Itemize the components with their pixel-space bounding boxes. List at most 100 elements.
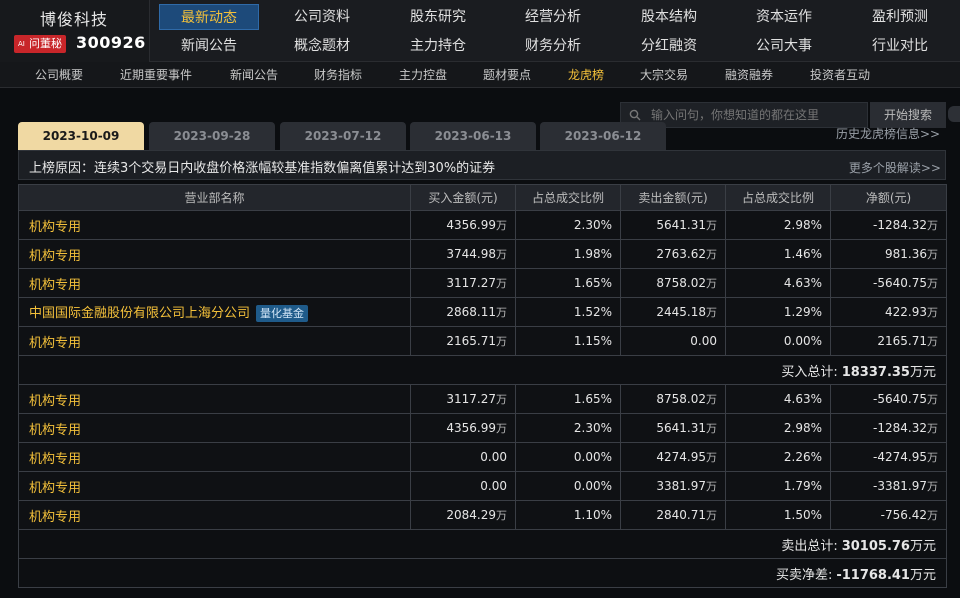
- subnav-dragon-tiger-list[interactable]: 龙虎榜: [568, 62, 604, 88]
- buy-amount-value: 4356.99: [446, 218, 496, 232]
- sell-amount-value: 2763.62: [656, 247, 706, 261]
- sell-amount: 8758.02万: [620, 384, 726, 414]
- buy-amount-value: 0.00: [480, 479, 507, 493]
- main-nav: 最新动态 公司资料 股东研究 经营分析 股本结构 资本运作 盈利预测 新闻公告 …: [152, 0, 960, 62]
- nav-main-holdings[interactable]: 主力持仓: [388, 33, 488, 59]
- subnav-recent-events[interactable]: 近期重要事件: [120, 62, 192, 88]
- branch-name[interactable]: 机构专用: [29, 452, 81, 467]
- branch-name[interactable]: 机构专用: [29, 394, 81, 409]
- more-analysis-link[interactable]: 更多个股解读>>: [849, 159, 941, 176]
- buy-amount-unit: 万: [496, 393, 507, 406]
- tab-date-4[interactable]: 2023-06-13: [410, 122, 536, 150]
- table-row[interactable]: 中国国际金融股份有限公司上海分公司 量化基金 2868.11万 1.52% 2445.1…: [18, 297, 947, 327]
- nav-concept-themes[interactable]: 概念题材: [272, 33, 372, 59]
- buy-ratio-value: 2.30%: [573, 421, 612, 435]
- net-amount: 422.93万: [830, 297, 947, 327]
- net-difference-value: -11768.41: [836, 567, 910, 583]
- subnav-block-trade[interactable]: 大宗交易: [640, 62, 688, 88]
- sell-amount-value: 2840.71: [656, 508, 706, 522]
- nav-share-structure[interactable]: 股本结构: [619, 4, 719, 30]
- table-row[interactable]: 机构专用 0.00 0.00% 3381.97万 1.79% -3381.97万: [18, 471, 947, 501]
- table-row[interactable]: 机构专用 3744.98万 1.98% 2763.62万 1.46% 981.36万: [18, 239, 947, 269]
- sell-ratio-value: 2.26%: [783, 450, 822, 464]
- sell-total-unit: 万元: [909, 538, 936, 554]
- branch-cell: 机构专用: [18, 210, 411, 240]
- buy-ratio: 0.00%: [515, 442, 621, 472]
- sell-ratio-value: 1.46%: [783, 247, 822, 261]
- subnav-investor-interaction[interactable]: 投资者互动: [810, 62, 870, 88]
- branch-name[interactable]: 机构专用: [29, 510, 81, 525]
- sell-ratio: 2.98%: [725, 413, 831, 443]
- tab-date-2[interactable]: 2023-09-28: [149, 122, 275, 150]
- buy-amount-unit: 万: [496, 277, 507, 290]
- sell-ratio: 4.63%: [725, 268, 831, 298]
- subnav-financial-indicators[interactable]: 财务指标: [314, 62, 362, 88]
- subnav-main-control[interactable]: 主力控盘: [399, 62, 447, 88]
- nav-latest-news[interactable]: 最新动态: [159, 4, 259, 30]
- subnav-company-overview[interactable]: 公司概要: [35, 62, 83, 88]
- branch-name[interactable]: 机构专用: [29, 423, 81, 438]
- branch-cell: 机构专用: [18, 471, 411, 501]
- sell-amount-unit: 万: [706, 306, 717, 319]
- table-row[interactable]: 机构专用 2084.29万 1.10% 2840.71万 1.50% -756.42万: [18, 500, 947, 530]
- nav-shareholder-research[interactable]: 股东研究: [388, 4, 488, 30]
- net-amount-value: -1284.32: [873, 218, 927, 232]
- buy-ratio: 2.30%: [515, 413, 621, 443]
- top-header: 博俊科技 AI 问董秘 300926 最新动态 公司资料 股东研究 经营分析 股本…: [0, 0, 960, 62]
- sell-amount-unit: 万: [706, 509, 717, 522]
- nav-industry-comparison[interactable]: 行业对比: [850, 33, 950, 59]
- tab-date-1[interactable]: 2023-10-09: [18, 122, 144, 150]
- tab-date-3[interactable]: 2023-07-12: [280, 122, 406, 150]
- history-list-link[interactable]: 历史龙虎榜信息>>: [836, 125, 940, 142]
- buy-ratio-value: 2.30%: [573, 218, 612, 232]
- branch-name[interactable]: 机构专用: [29, 336, 81, 351]
- table-row[interactable]: 机构专用 4356.99万 2.30% 5641.31万 2.98% -1284.32万: [18, 413, 947, 443]
- col-sell-ratio: 占总成交比例: [725, 184, 831, 211]
- nav-news-announcements[interactable]: 新闻公告: [159, 33, 259, 59]
- dragon-tiger-panel: 2023-10-09 2023-09-28 2023-07-12 2023-06…: [18, 122, 947, 592]
- side-scroll-handle[interactable]: [948, 106, 960, 122]
- subnav-news[interactable]: 新闻公告: [230, 62, 278, 88]
- nav-profit-forecast[interactable]: 盈利预测: [850, 4, 950, 30]
- net-amount-value: -4274.95: [873, 450, 927, 464]
- sell-ratio: 1.50%: [725, 500, 831, 530]
- nav-company-info[interactable]: 公司资料: [272, 4, 372, 30]
- branch-name[interactable]: 机构专用: [29, 278, 81, 293]
- reason-text: 连续3个交易日内收盘价格涨幅较基准指数偏离值累计达到30%的证券: [94, 161, 496, 176]
- sell-amount-value: 8758.02: [656, 392, 706, 406]
- listing-reason-bar: 上榜原因：连续3个交易日内收盘价格涨幅较基准指数偏离值累计达到30%的证券 更多…: [18, 150, 946, 180]
- branch-name[interactable]: 机构专用: [29, 481, 81, 496]
- net-amount-value: -5640.75: [873, 276, 927, 290]
- branch-name[interactable]: 中国国际金融股份有限公司上海分公司: [29, 306, 250, 321]
- buy-amount-unit: 万: [496, 248, 507, 261]
- subnav-margin-trading[interactable]: 融资融券: [725, 62, 773, 88]
- branch-cell: 机构专用: [18, 384, 411, 414]
- nav-operation-analysis[interactable]: 经营分析: [503, 4, 603, 30]
- tab-date-5[interactable]: 2023-06-12: [540, 122, 666, 150]
- buy-amount-unit: 万: [496, 335, 507, 348]
- ask-secretary-button[interactable]: AI 问董秘: [14, 35, 66, 53]
- buy-ratio-value: 1.52%: [573, 305, 612, 319]
- branch-name[interactable]: 机构专用: [29, 249, 81, 264]
- net-amount: -5640.75万: [830, 268, 947, 298]
- branch-cell: 机构专用: [18, 500, 411, 530]
- nav-financial-analysis[interactable]: 财务分析: [503, 33, 603, 59]
- branch-name[interactable]: 机构专用: [29, 220, 81, 235]
- net-amount-unit: 万: [927, 422, 938, 435]
- table-row[interactable]: 机构专用 3117.27万 1.65% 8758.02万 4.63% -5640.75万: [18, 268, 947, 298]
- stock-code: 300926: [76, 33, 146, 52]
- ai-icon: AI: [18, 40, 25, 48]
- net-amount-unit: 万: [927, 306, 938, 319]
- nav-capital-operation[interactable]: 资本运作: [734, 4, 834, 30]
- buy-ratio-value: 0.00%: [573, 450, 612, 464]
- buy-amount-value: 3744.98: [446, 247, 496, 261]
- subnav-theme-points[interactable]: 题材要点: [483, 62, 531, 88]
- nav-dividend-financing[interactable]: 分红融资: [619, 33, 719, 59]
- buy-ratio: 1.10%: [515, 500, 621, 530]
- table-row[interactable]: 机构专用 4356.99万 2.30% 5641.31万 2.98% -1284.32万: [18, 210, 947, 240]
- table-row[interactable]: 机构专用 3117.27万 1.65% 8758.02万 4.63% -5640.75万: [18, 384, 947, 414]
- buy-amount-value: 3117.27: [446, 392, 496, 406]
- nav-major-events[interactable]: 公司大事: [734, 33, 834, 59]
- table-row[interactable]: 机构专用 2165.71万 1.15% 0.00 0.00% 2165.71万: [18, 326, 947, 356]
- table-row[interactable]: 机构专用 0.00 0.00% 4274.95万 2.26% -4274.95万: [18, 442, 947, 472]
